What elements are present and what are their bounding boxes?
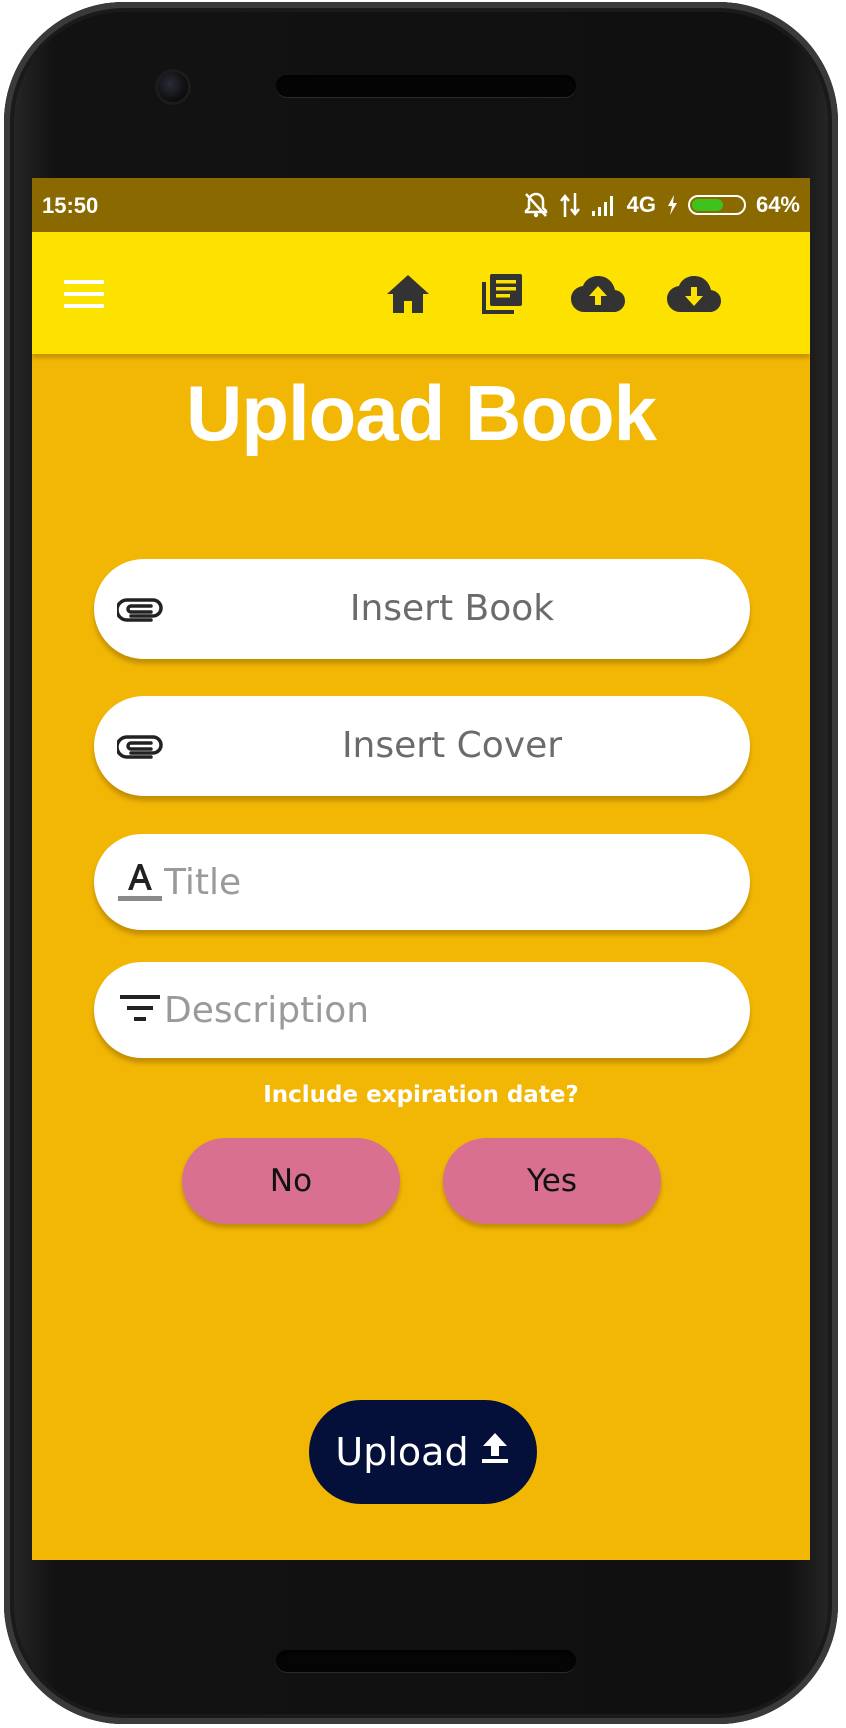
data-transfer-icon [559, 191, 581, 219]
title-field [94, 834, 750, 930]
insert-book-label: Insert Book [349, 588, 555, 629]
network-type: 4G [626, 192, 656, 217]
charging-icon [666, 194, 678, 216]
insert-book-button[interactable]: Insert Book [94, 559, 750, 659]
app-screen: 15:50 4G 64% Upload Book Insert Book Ins… [32, 178, 810, 1560]
status-bar: 15:50 4G 64% [32, 178, 810, 232]
status-icons: 4G 64% [523, 188, 800, 222]
upload-icon [479, 1430, 511, 1474]
no-button[interactable]: No [182, 1138, 400, 1224]
upload-button-label: Upload [335, 1430, 469, 1474]
status-time: 15:50 [42, 193, 99, 218]
description-field [94, 962, 750, 1058]
attachment-icon [116, 722, 164, 770]
notifications-off-icon [523, 191, 549, 219]
yes-button[interactable]: Yes [443, 1138, 661, 1224]
earpiece-speaker [276, 75, 576, 97]
insert-cover-label: Insert Cover [341, 725, 563, 766]
filter-lines-icon [116, 984, 164, 1032]
description-input[interactable] [164, 962, 724, 1058]
library-icon[interactable] [474, 266, 530, 322]
battery-fill [691, 199, 723, 211]
front-camera [158, 72, 188, 102]
home-icon[interactable] [380, 266, 436, 322]
menu-icon[interactable] [56, 266, 112, 322]
cloud-download-icon[interactable] [666, 266, 722, 322]
app-toolbar [32, 232, 810, 354]
title-input[interactable] [164, 834, 724, 930]
cloud-upload-icon[interactable] [570, 266, 626, 322]
signal-icon [591, 193, 617, 217]
insert-cover-button[interactable]: Insert Cover [94, 696, 750, 796]
expiration-question: Include expiration date? [263, 1082, 579, 1108]
battery-percent: 64% [755, 192, 800, 217]
attachment-icon [116, 585, 164, 633]
battery-icon [687, 195, 746, 215]
text-format-icon [116, 856, 164, 904]
upload-button[interactable]: Upload [309, 1400, 537, 1504]
bottom-speaker [276, 1650, 576, 1672]
page-title: Upload Book [186, 369, 657, 457]
